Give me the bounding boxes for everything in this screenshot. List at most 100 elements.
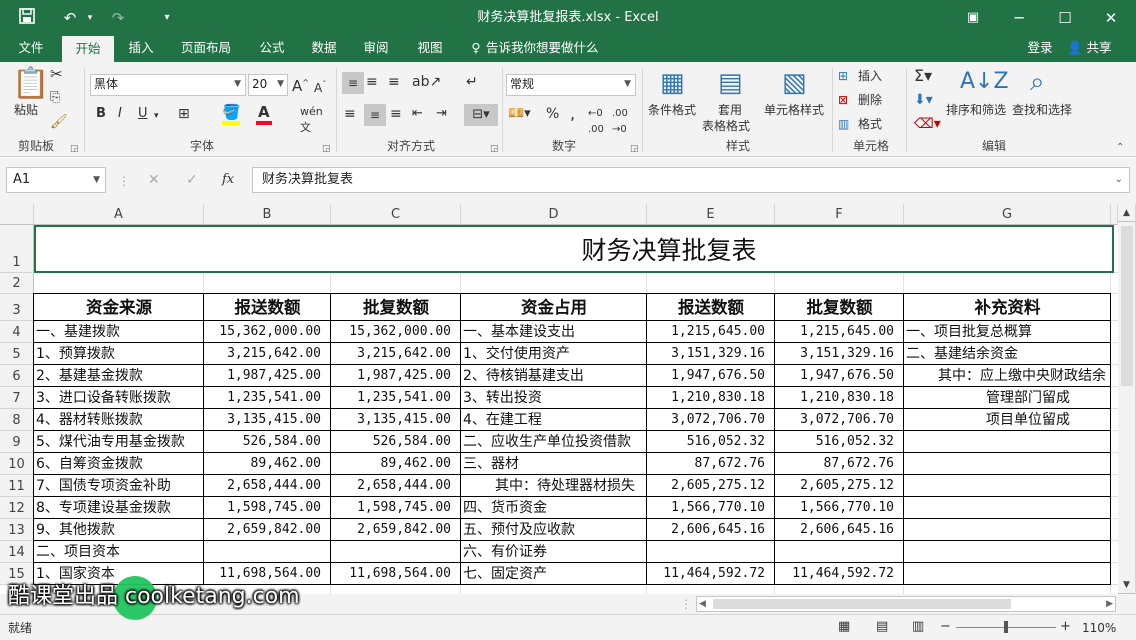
- table-cell[interactable]: [331, 541, 461, 563]
- table-cell[interactable]: 3,072,706.70: [775, 409, 904, 431]
- paste-button[interactable]: 粘贴: [14, 102, 38, 118]
- underline-dropdown-icon[interactable]: ▾: [154, 108, 159, 124]
- table-header-cell[interactable]: 补充资料: [904, 294, 1111, 321]
- table-header-cell[interactable]: 报送数额: [647, 294, 775, 321]
- row-header-10[interactable]: 10: [0, 453, 34, 475]
- row-header-5[interactable]: 5: [0, 343, 34, 365]
- confirm-entry-icon[interactable]: ✓: [186, 172, 198, 188]
- undo-dropdown-icon[interactable]: ▾: [84, 8, 96, 28]
- tab-formulas[interactable]: 公式: [250, 36, 294, 62]
- scroll-right-icon[interactable]: ▶: [1106, 597, 1113, 611]
- decrease-indent-icon[interactable]: ⇤: [412, 106, 423, 122]
- table-cell[interactable]: [904, 453, 1111, 475]
- scroll-separator-icon[interactable]: ⋮: [680, 596, 692, 612]
- table-cell[interactable]: 1、预算拨款: [34, 343, 204, 365]
- column-header-e[interactable]: E: [647, 204, 775, 225]
- conditional-format-button[interactable]: 条件格式: [648, 102, 696, 118]
- page-layout-view-icon[interactable]: ▤: [876, 619, 888, 635]
- fill-color-icon[interactable]: 🪣: [222, 104, 241, 120]
- table-header-cell[interactable]: 报送数额: [204, 294, 331, 321]
- table-header-cell[interactable]: 批复数额: [775, 294, 904, 321]
- table-cell[interactable]: 1,947,676.50: [775, 365, 904, 387]
- table-cell[interactable]: 1、交付使用资产: [461, 343, 647, 365]
- table-cell[interactable]: 11,464,592.72: [775, 563, 904, 585]
- vertical-scroll-thumb[interactable]: [1121, 226, 1133, 386]
- comma-icon[interactable]: ,: [570, 106, 575, 122]
- delete-cells-icon[interactable]: ⊠: [838, 92, 848, 108]
- column-header-f[interactable]: F: [775, 204, 904, 225]
- align-left-icon[interactable]: ≡: [344, 106, 356, 122]
- table-cell[interactable]: 2,659,842.00: [331, 519, 461, 541]
- decrease-decimal-icon[interactable]: .00 →0: [612, 106, 628, 138]
- table-cell[interactable]: 一、基本建设支出: [461, 321, 647, 343]
- number-launcher-icon[interactable]: ◲: [630, 144, 639, 154]
- table-cell[interactable]: 2,605,275.12: [775, 475, 904, 497]
- customize-toolbar-icon[interactable]: ▾: [160, 8, 174, 28]
- tab-insert[interactable]: 插入: [118, 36, 164, 62]
- table-cell[interactable]: 管理部门留成: [904, 387, 1111, 409]
- maximize-icon[interactable]: ☐: [1054, 8, 1076, 28]
- table-cell[interactable]: [775, 541, 904, 563]
- table-cell[interactable]: 4、器材转账拨款: [34, 409, 204, 431]
- format-cells-button[interactable]: 格式: [858, 116, 882, 132]
- find-select-icon[interactable]: ⌕: [1030, 66, 1045, 98]
- table-cell[interactable]: [204, 541, 331, 563]
- underline-icon[interactable]: U: [138, 106, 148, 122]
- worksheet-grid[interactable]: A B C D E F G 1 2 3 4 5 6 7 8 9 10 11 12 13 14 15 财务决算批复表 资金来源报…: [0, 204, 1136, 594]
- format-as-table-label-1[interactable]: 套用: [718, 102, 742, 118]
- zoom-slider-thumb[interactable]: [1004, 621, 1008, 633]
- zoom-out-icon[interactable]: −: [940, 619, 951, 635]
- table-cell[interactable]: 3,135,415.00: [331, 409, 461, 431]
- row-header-2[interactable]: 2: [0, 273, 34, 294]
- table-cell[interactable]: 一、项目批复总概算: [904, 321, 1111, 343]
- insert-cells-icon[interactable]: ⊞: [838, 68, 848, 84]
- table-cell[interactable]: 2,606,645.16: [647, 519, 775, 541]
- cell-styles-button[interactable]: 单元格样式: [764, 102, 824, 118]
- column-header-c[interactable]: C: [331, 204, 461, 225]
- table-cell[interactable]: 其中：待处理器材损失: [461, 475, 647, 497]
- table-cell[interactable]: 1,987,425.00: [331, 365, 461, 387]
- align-right-icon[interactable]: ≡: [390, 106, 402, 122]
- table-cell[interactable]: 1,566,770.10: [647, 497, 775, 519]
- table-cell[interactable]: 11,464,592.72: [647, 563, 775, 585]
- save-icon[interactable]: [16, 8, 38, 28]
- table-cell[interactable]: 1,210,830.18: [775, 387, 904, 409]
- format-as-table-label-2[interactable]: 表格格式: [702, 118, 750, 134]
- table-cell[interactable]: 二、项目资本: [34, 541, 204, 563]
- table-cell[interactable]: 六、有价证券: [461, 541, 647, 563]
- table-cell[interactable]: 11,698,564.00: [331, 563, 461, 585]
- table-cell[interactable]: 89,462.00: [204, 453, 331, 475]
- cut-icon[interactable]: ✂: [50, 66, 63, 82]
- ribbon-display-icon[interactable]: ▣: [962, 8, 984, 28]
- insert-cells-button[interactable]: 插入: [858, 68, 882, 84]
- table-cell[interactable]: 3,135,415.00: [204, 409, 331, 431]
- table-header-cell[interactable]: 批复数额: [331, 294, 461, 321]
- normal-view-icon[interactable]: ▦: [838, 619, 850, 635]
- table-header-cell[interactable]: 资金来源: [34, 294, 204, 321]
- name-box[interactable]: A1 ▼: [6, 167, 106, 193]
- currency-icon[interactable]: 💴▾: [508, 106, 531, 122]
- table-cell[interactable]: 4、在建工程: [461, 409, 647, 431]
- table-cell[interactable]: 其中：应上缴中央财政结余: [904, 365, 1111, 387]
- font-name-select[interactable]: 黑体 ▼: [90, 74, 246, 96]
- login-link[interactable]: 登录: [1020, 36, 1060, 62]
- table-cell[interactable]: 1,210,830.18: [647, 387, 775, 409]
- row-header-3[interactable]: 3: [0, 294, 34, 321]
- alignment-launcher-icon[interactable]: ◲: [490, 144, 499, 154]
- row-header-1[interactable]: 1: [0, 225, 34, 273]
- share-button[interactable]: 共享: [1082, 36, 1116, 62]
- table-cell[interactable]: 87,672.76: [647, 453, 775, 475]
- align-top-icon[interactable]: ≡: [342, 72, 364, 94]
- find-select-button[interactable]: 查找和选择: [1012, 102, 1072, 118]
- table-cell[interactable]: 2,605,275.12: [647, 475, 775, 497]
- table-cell[interactable]: [904, 475, 1111, 497]
- table-cell[interactable]: 1,235,541.00: [331, 387, 461, 409]
- table-cell[interactable]: 四、货币资金: [461, 497, 647, 519]
- minimize-icon[interactable]: ─: [1008, 8, 1030, 28]
- table-cell[interactable]: 87,672.76: [775, 453, 904, 475]
- number-format-select[interactable]: 常规 ▼: [506, 74, 636, 96]
- table-cell[interactable]: 3,215,642.00: [204, 343, 331, 365]
- row-header-12[interactable]: 12: [0, 497, 34, 519]
- clear-icon[interactable]: ⌫▾: [914, 116, 941, 132]
- align-bottom-icon[interactable]: ≡: [388, 74, 400, 90]
